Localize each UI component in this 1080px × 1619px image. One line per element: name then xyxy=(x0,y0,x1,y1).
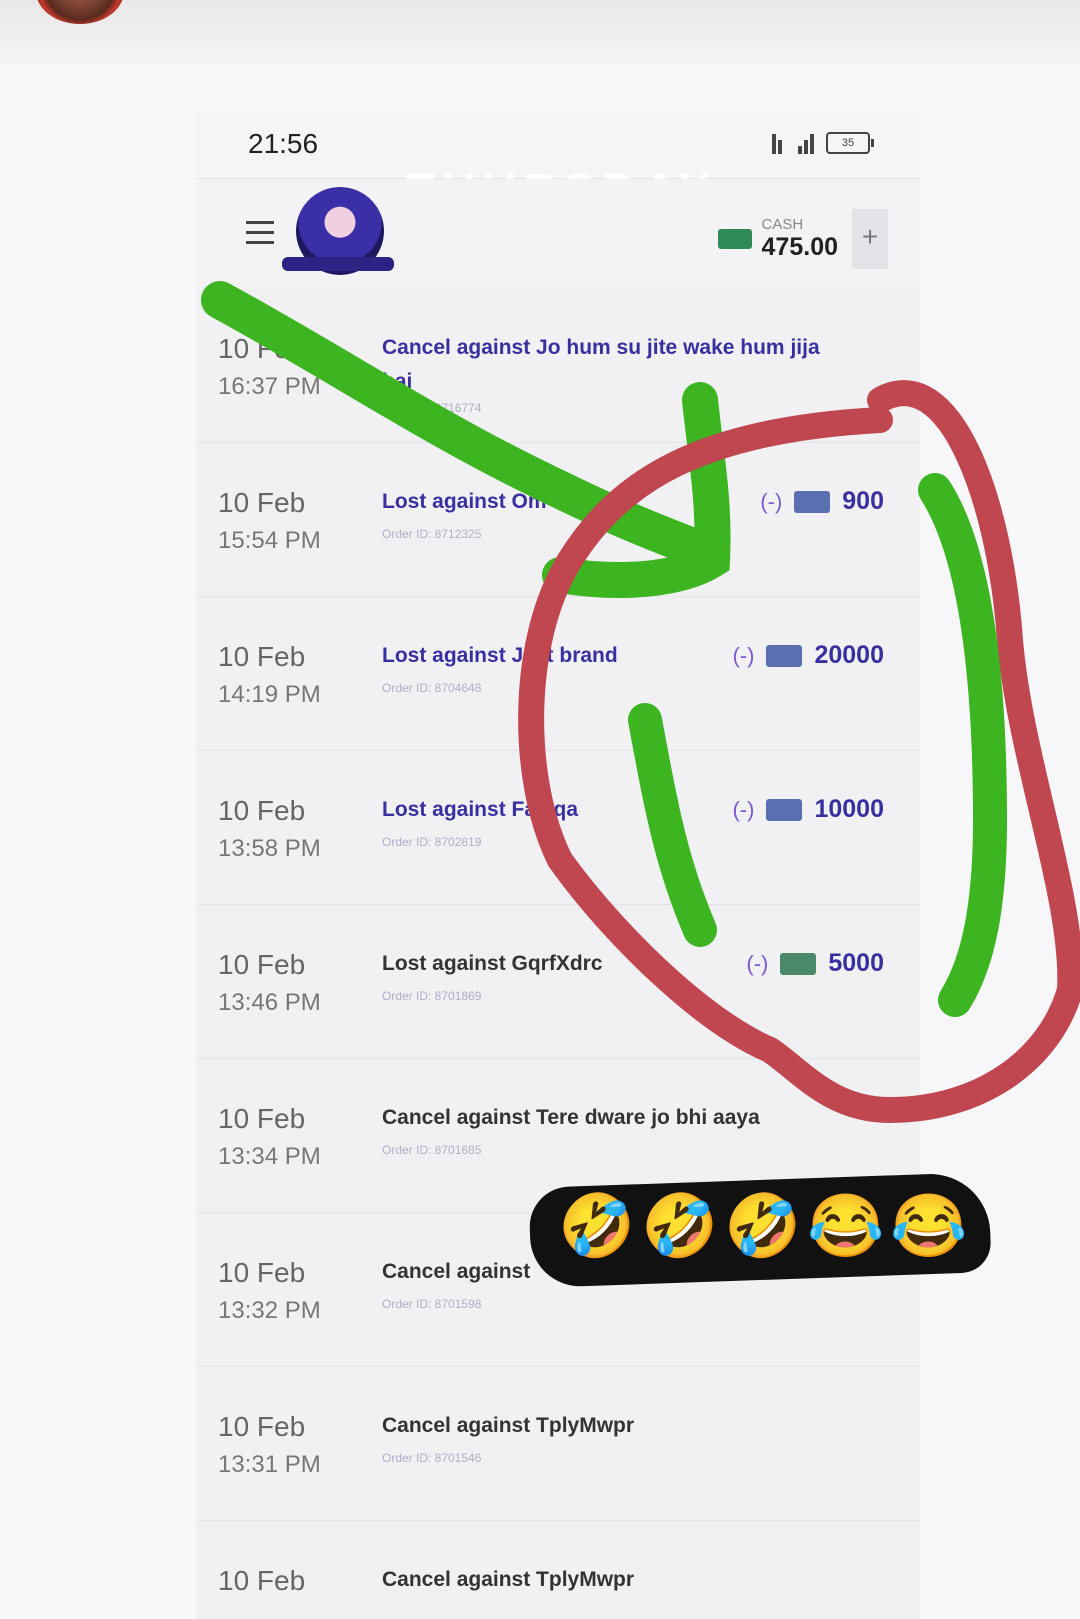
debit-sign: (-) xyxy=(760,488,783,514)
txn-order-id: Order ID: 8716774 xyxy=(382,401,482,415)
txn-title: Cancel against Tere dware jo bhi aaya xyxy=(382,1106,760,1129)
app-logo-banner xyxy=(282,257,394,271)
txn-amount: (-) 10000 xyxy=(732,795,884,824)
story-avatar[interactable] xyxy=(36,0,124,24)
cash-value: 475.00 xyxy=(761,233,838,261)
cash-note-icon xyxy=(766,644,803,667)
txn-time: 13:31 PM xyxy=(218,1451,321,1478)
transaction-list: 10 Feb 16:37 PM Cancel against Jo hum su … xyxy=(196,289,920,1619)
txn-date: 10 Feb xyxy=(218,1411,306,1442)
txn-amount: (-) 5000 xyxy=(746,949,884,978)
transaction-row[interactable]: 10 Feb 16:37 PM Cancel against Jo hum su … xyxy=(196,289,920,443)
txn-date: 10 Feb xyxy=(218,487,306,518)
laughing-emoji: 🤣 xyxy=(724,1192,802,1261)
txn-order-id: Order ID: 8701869 xyxy=(382,989,482,1003)
debit-sign: (-) xyxy=(746,950,769,976)
txn-order-id: Order ID: 8701685 xyxy=(382,1143,482,1157)
story-top-bar xyxy=(0,0,1080,64)
txn-order-id: Order ID: 8701546 xyxy=(382,1451,482,1465)
txn-time: 13:32 PM xyxy=(218,1297,321,1324)
txn-date: 10 Feb xyxy=(218,1257,306,1288)
txn-date: 10 Feb xyxy=(218,1565,306,1596)
amount-value: 10000 xyxy=(814,795,884,823)
green-line-right xyxy=(918,473,1008,1017)
cash-balance: CASH 475.00 + xyxy=(717,209,888,269)
txn-date: 10 Feb xyxy=(218,641,306,672)
txn-title: Cancel against TplyMwpr xyxy=(382,1414,635,1437)
transaction-row[interactable]: 10 Feb 14:19 PM Lost against Jeet brand O… xyxy=(196,597,920,751)
laughing-emoji: 😂 xyxy=(807,1192,885,1261)
battery-icon: 35 xyxy=(826,132,874,154)
debit-sign: (-) xyxy=(732,642,755,668)
txn-title: Cancel against TplyMwpr xyxy=(382,1568,635,1591)
transaction-row[interactable]: 10 Feb Cancel against TplyMwpr xyxy=(196,1521,920,1619)
amount-value: 900 xyxy=(842,487,884,515)
cash-label: CASH xyxy=(761,216,804,233)
txn-title: Cancel against Jo hum su jite wake hum j… xyxy=(382,336,820,393)
txn-time: 13:34 PM xyxy=(218,1143,321,1170)
signal-icon xyxy=(798,132,814,154)
txn-amount: (-) 900 xyxy=(760,487,884,516)
add-cash-button[interactable]: + xyxy=(852,209,888,269)
cash-note-icon xyxy=(780,952,817,975)
transaction-row[interactable]: 10 Feb 15:54 PM Lost against Om na Order … xyxy=(196,443,920,597)
txn-time: 13:58 PM xyxy=(218,835,321,862)
cash-note-icon xyxy=(794,490,831,513)
txn-date: 10 Feb xyxy=(218,949,306,980)
txn-title: Lost against Om na xyxy=(382,490,577,513)
laughing-emoji: 🤣 xyxy=(558,1192,636,1261)
txn-time: 13:46 PM xyxy=(218,989,321,1016)
cash-note-icon xyxy=(766,798,803,821)
status-icons: 35 xyxy=(770,132,874,154)
txn-date: 10 Feb xyxy=(218,1103,306,1134)
txn-date: 10 Feb xyxy=(218,795,306,826)
txn-order-id: Order ID: 8701598 xyxy=(382,1297,482,1311)
transaction-row[interactable]: 10 Feb 13:58 PM Lost against Fayiqa Order… xyxy=(196,751,920,905)
txn-order-id: Order ID: 8702819 xyxy=(382,835,482,849)
debit-sign: (-) xyxy=(732,796,755,822)
sim-icon xyxy=(770,132,786,154)
hamburger-menu-icon[interactable] xyxy=(246,221,274,245)
cash-icon xyxy=(717,229,752,249)
laughing-emoji: 🤣 xyxy=(641,1192,719,1261)
transaction-row[interactable]: 10 Feb 13:31 PM Cancel against TplyMwpr O… xyxy=(196,1367,920,1521)
txn-time: 14:19 PM xyxy=(218,681,321,708)
txn-order-id: Order ID: 8704648 xyxy=(382,681,482,695)
laughing-emoji: 😂 xyxy=(890,1192,968,1261)
txn-time: 15:54 PM xyxy=(218,527,321,554)
txn-date: 10 Feb xyxy=(218,333,306,364)
txn-amount: (-) 20000 xyxy=(732,641,884,670)
status-time: 21:56 xyxy=(248,128,319,159)
phone-screenshot: 21:56 35 THURSDAY CASH 475.00 + 10 Feb16… xyxy=(196,112,920,1619)
amount-value: 20000 xyxy=(814,641,884,669)
amount-value: 5000 xyxy=(828,949,884,977)
transaction-row[interactable]: 10 Feb 13:46 PM Lost against GqrfXdrc Ord… xyxy=(196,905,920,1059)
txn-time: 16:37 PM xyxy=(218,373,321,400)
app-bar: CASH 475.00 + xyxy=(196,179,920,289)
txn-order-id: Order ID: 8712325 xyxy=(382,527,482,541)
